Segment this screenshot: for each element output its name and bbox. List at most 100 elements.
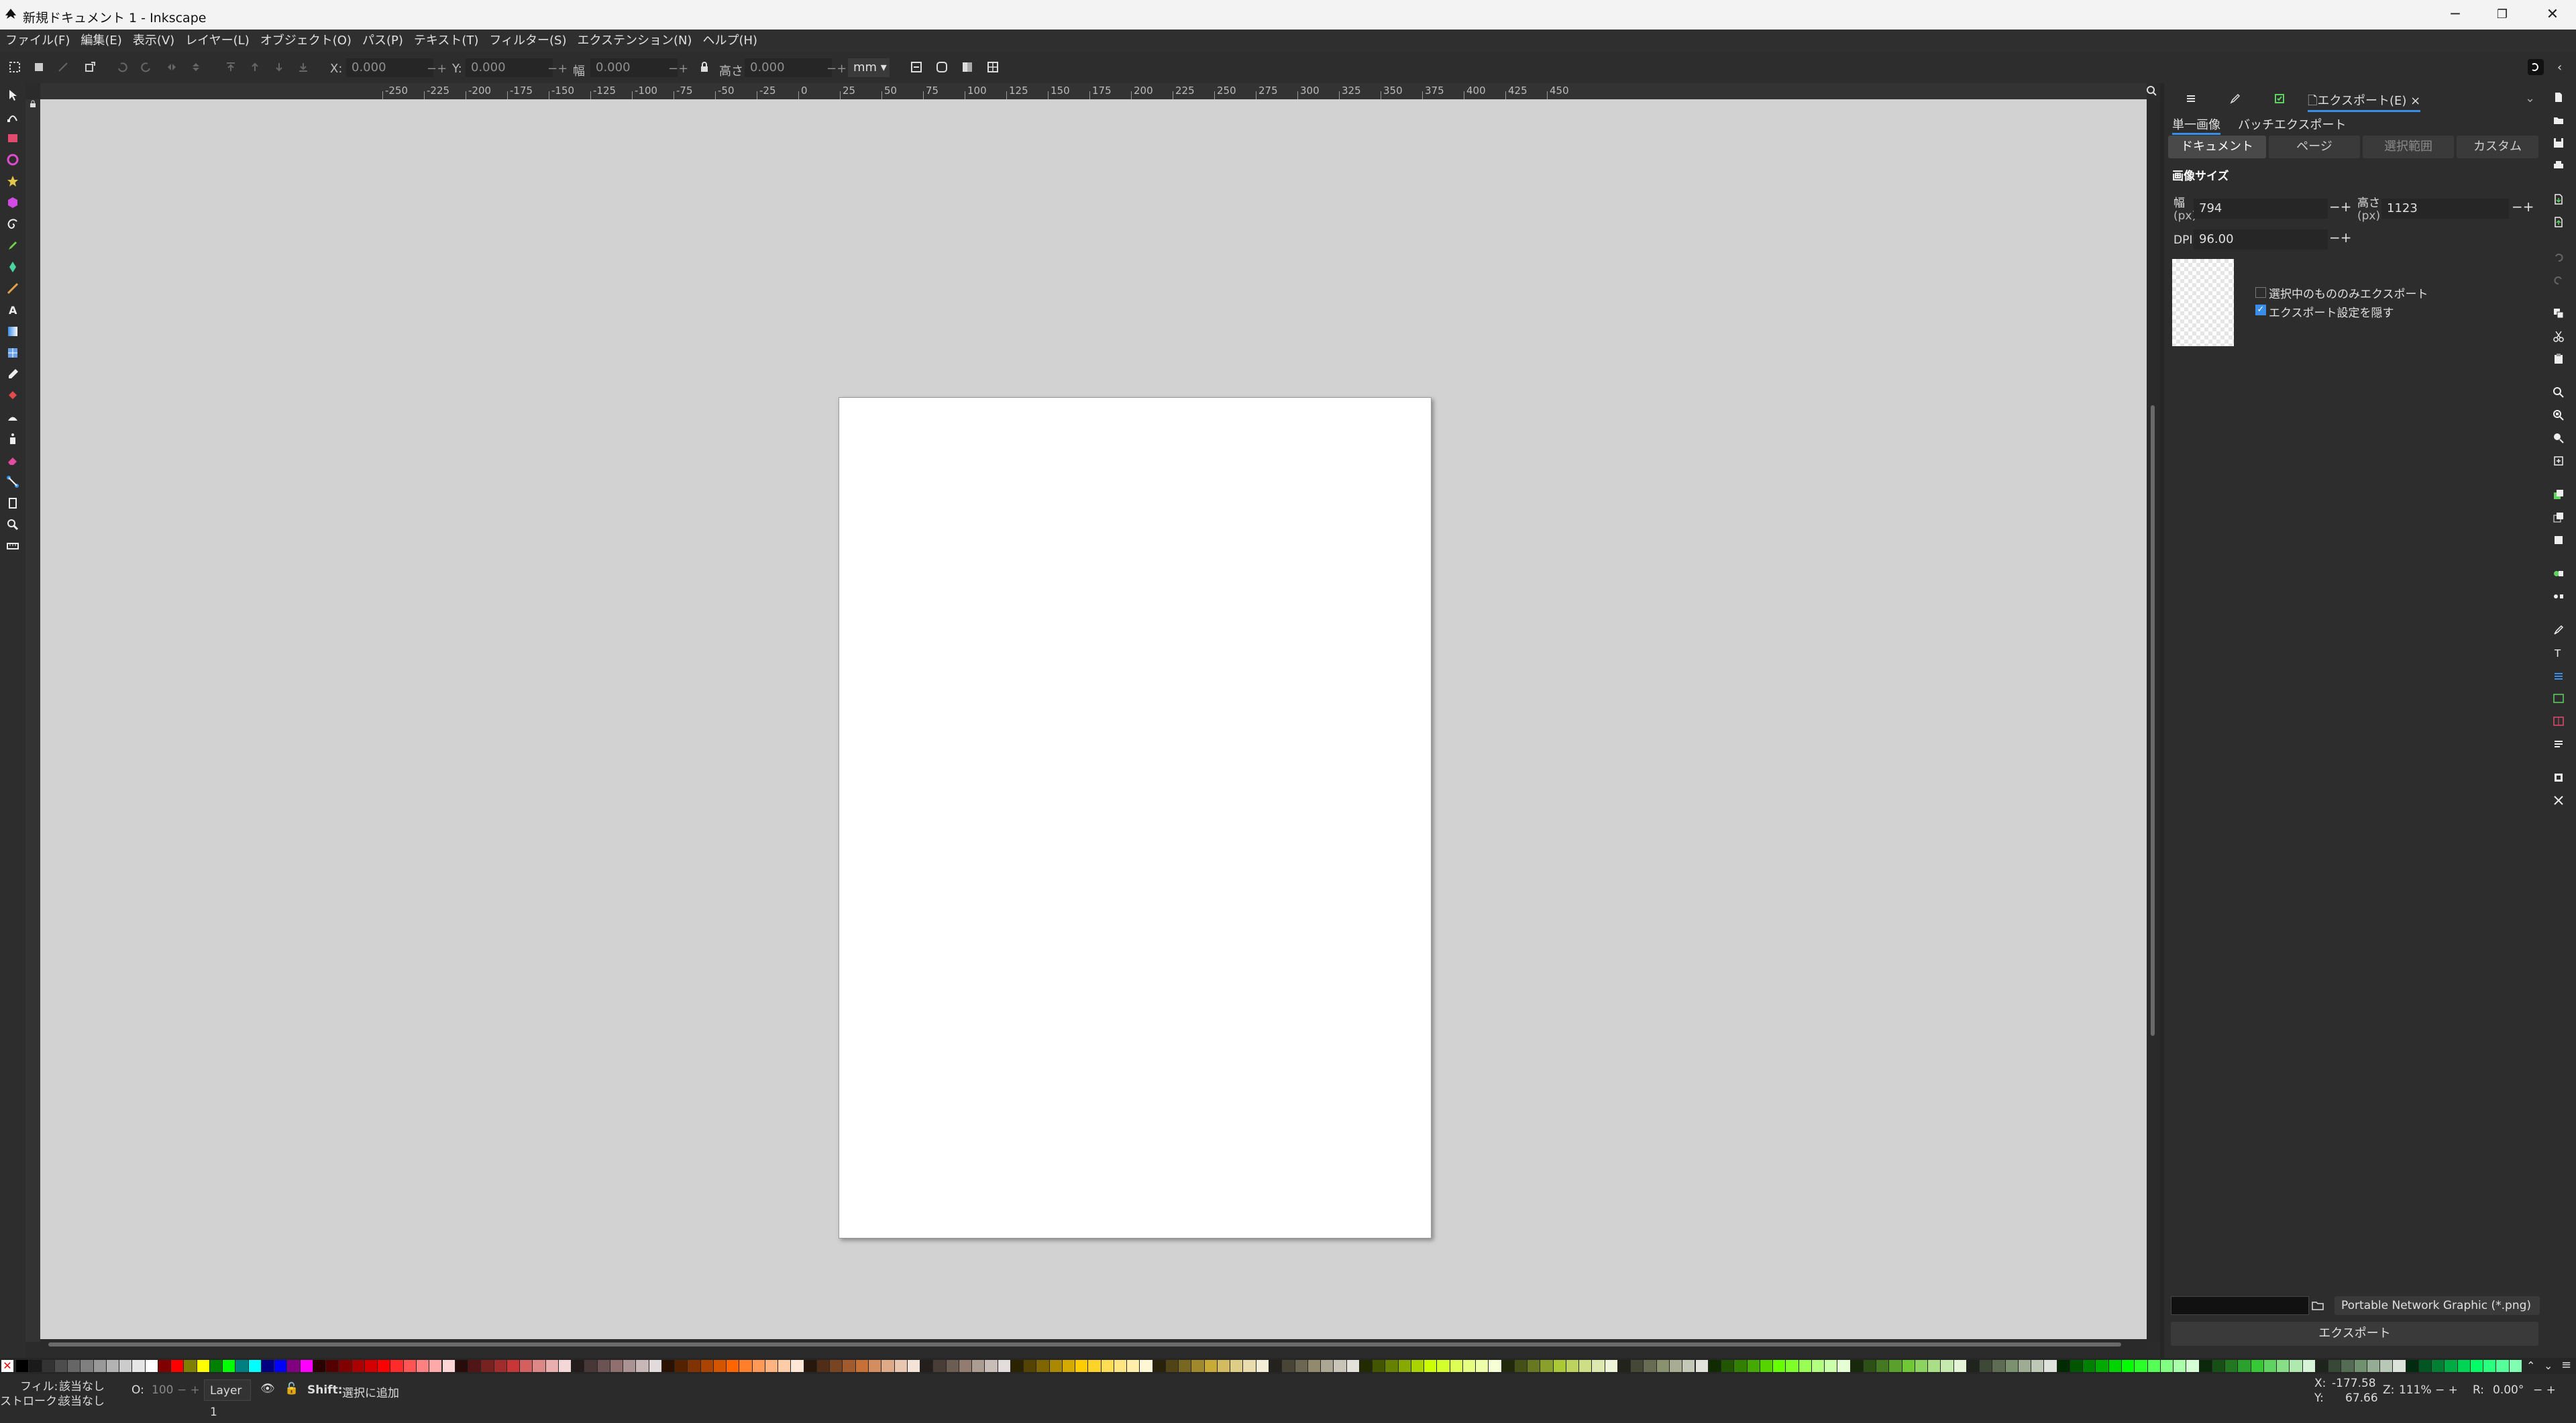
- color-swatch[interactable]: [2496, 1360, 2509, 1372]
- color-swatch[interactable]: [429, 1360, 442, 1372]
- menu-object[interactable]: オブジェクト(O): [255, 30, 357, 52]
- color-swatch[interactable]: [2457, 1360, 2470, 1372]
- left-ruler[interactable]: [25, 99, 40, 1342]
- lower-to-bottom-icon[interactable]: [297, 60, 310, 74]
- color-swatch[interactable]: [1462, 1360, 1476, 1372]
- color-swatch[interactable]: [2328, 1360, 2341, 1372]
- menu-text[interactable]: テキスト(T): [409, 30, 484, 52]
- color-swatch[interactable]: [2393, 1360, 2406, 1372]
- color-swatch[interactable]: [132, 1360, 145, 1372]
- color-swatch[interactable]: [894, 1360, 907, 1372]
- color-swatch[interactable]: [1656, 1360, 1669, 1372]
- export-filename-input[interactable]: [2171, 1296, 2309, 1315]
- color-swatch[interactable]: [1773, 1360, 1786, 1372]
- color-swatch[interactable]: [1334, 1360, 1346, 1372]
- color-swatch[interactable]: [520, 1360, 533, 1372]
- group-icon[interactable]: [2553, 568, 2565, 580]
- menu-view[interactable]: 表示(V): [127, 30, 180, 52]
- rotate-cw-icon[interactable]: [140, 60, 153, 74]
- align-distribute-icon[interactable]: [2553, 715, 2565, 727]
- copy-icon[interactable]: [2553, 307, 2565, 319]
- color-swatch[interactable]: [54, 1360, 68, 1372]
- color-swatch[interactable]: [68, 1360, 80, 1372]
- horizontal-scrollbar[interactable]: [40, 1339, 2147, 1350]
- color-swatch[interactable]: [675, 1360, 688, 1372]
- export-height-input[interactable]: 1123: [2381, 199, 2509, 219]
- minimize-button[interactable]: ─: [2432, 0, 2479, 30]
- color-swatch[interactable]: [1501, 1360, 1514, 1372]
- color-swatch[interactable]: [2418, 1360, 2432, 1372]
- zoom-selection-icon[interactable]: [2553, 386, 2565, 399]
- color-swatch[interactable]: [1825, 1360, 1837, 1372]
- export-tab-close-icon[interactable]: ×: [2410, 94, 2420, 108]
- menu-path[interactable]: パス(P): [357, 30, 409, 52]
- lower-icon[interactable]: [272, 60, 286, 74]
- color-swatch[interactable]: [636, 1360, 649, 1372]
- rectangle-tool-icon[interactable]: [6, 131, 19, 145]
- color-swatch[interactable]: [572, 1360, 584, 1372]
- document-properties-icon[interactable]: [2553, 738, 2565, 750]
- color-swatch[interactable]: [727, 1360, 739, 1372]
- gradient-tool-icon[interactable]: [6, 325, 19, 338]
- color-swatch[interactable]: [158, 1360, 171, 1372]
- color-swatch[interactable]: [985, 1360, 998, 1372]
- scale-stroke-icon[interactable]: [910, 60, 923, 74]
- color-swatch[interactable]: [1373, 1360, 1385, 1372]
- zoom-drawing-icon[interactable]: [2553, 409, 2565, 421]
- color-swatch[interactable]: [455, 1360, 468, 1372]
- tweak-tool-icon[interactable]: [6, 411, 19, 424]
- export-format-select[interactable]: Portable Network Graphic (*.png) ▾: [2334, 1296, 2540, 1331]
- color-swatch[interactable]: [2315, 1360, 2328, 1372]
- zoom-fit-icon[interactable]: [2553, 455, 2565, 467]
- redo-icon[interactable]: [2553, 274, 2565, 286]
- text-tool-icon[interactable]: A: [6, 303, 19, 317]
- color-swatch[interactable]: [80, 1360, 93, 1372]
- rotate-ccw-icon[interactable]: [115, 60, 129, 74]
- page[interactable]: [839, 397, 1432, 1238]
- x-input[interactable]: 0.000: [346, 58, 433, 77]
- text-font-icon[interactable]: T: [2553, 647, 2565, 659]
- color-swatch[interactable]: [1928, 1360, 1941, 1372]
- color-swatch[interactable]: [1566, 1360, 1579, 1372]
- color-swatch[interactable]: [2005, 1360, 2018, 1372]
- color-swatch[interactable]: [855, 1360, 868, 1372]
- color-swatch[interactable]: [1179, 1360, 1191, 1372]
- color-swatch[interactable]: [1398, 1360, 1411, 1372]
- color-swatch[interactable]: [1036, 1360, 1049, 1372]
- xml-editor-icon[interactable]: [2553, 692, 2565, 704]
- color-swatch[interactable]: [2212, 1360, 2225, 1372]
- paste-icon[interactable]: [2553, 353, 2565, 365]
- ungroup-icon[interactable]: [2553, 590, 2565, 602]
- color-swatch[interactable]: [1088, 1360, 1101, 1372]
- color-swatch[interactable]: [1837, 1360, 1850, 1372]
- layer-visibility-icon[interactable]: 👁: [260, 1382, 275, 1395]
- mesh-tool-icon[interactable]: [6, 346, 19, 360]
- color-swatch[interactable]: [1902, 1360, 1915, 1372]
- export-tab[interactable]: 🗋エクスポート(E) ×: [2308, 91, 2421, 112]
- color-swatch[interactable]: [584, 1360, 597, 1372]
- color-swatch[interactable]: [1476, 1360, 1489, 1372]
- color-swatch[interactable]: [791, 1360, 804, 1372]
- print-icon[interactable]: [2553, 160, 2565, 172]
- width-stepper[interactable]: −+: [668, 62, 688, 76]
- clone-icon[interactable]: [2553, 511, 2565, 523]
- color-swatch[interactable]: [2225, 1360, 2238, 1372]
- color-swatch[interactable]: [1540, 1360, 1553, 1372]
- color-swatch[interactable]: [2406, 1360, 2418, 1372]
- color-swatch[interactable]: [416, 1360, 429, 1372]
- choose-folder-icon[interactable]: [2310, 1298, 2325, 1313]
- color-swatch[interactable]: [209, 1360, 223, 1372]
- opacity-stepper[interactable]: − +: [177, 1383, 200, 1397]
- node-tool-icon[interactable]: [6, 110, 19, 123]
- color-swatch[interactable]: [106, 1360, 119, 1372]
- color-swatch[interactable]: [843, 1360, 855, 1372]
- color-swatch[interactable]: [610, 1360, 623, 1372]
- color-swatch[interactable]: [2445, 1360, 2457, 1372]
- color-swatch[interactable]: [2018, 1360, 2031, 1372]
- color-swatch[interactable]: [2096, 1360, 2108, 1372]
- color-swatch[interactable]: [1786, 1360, 1799, 1372]
- ellipse-tool-icon[interactable]: [6, 153, 19, 166]
- lock-icon[interactable]: [698, 60, 711, 74]
- segment-page[interactable]: ページ: [2269, 136, 2360, 158]
- transform-icon[interactable]: [83, 60, 97, 74]
